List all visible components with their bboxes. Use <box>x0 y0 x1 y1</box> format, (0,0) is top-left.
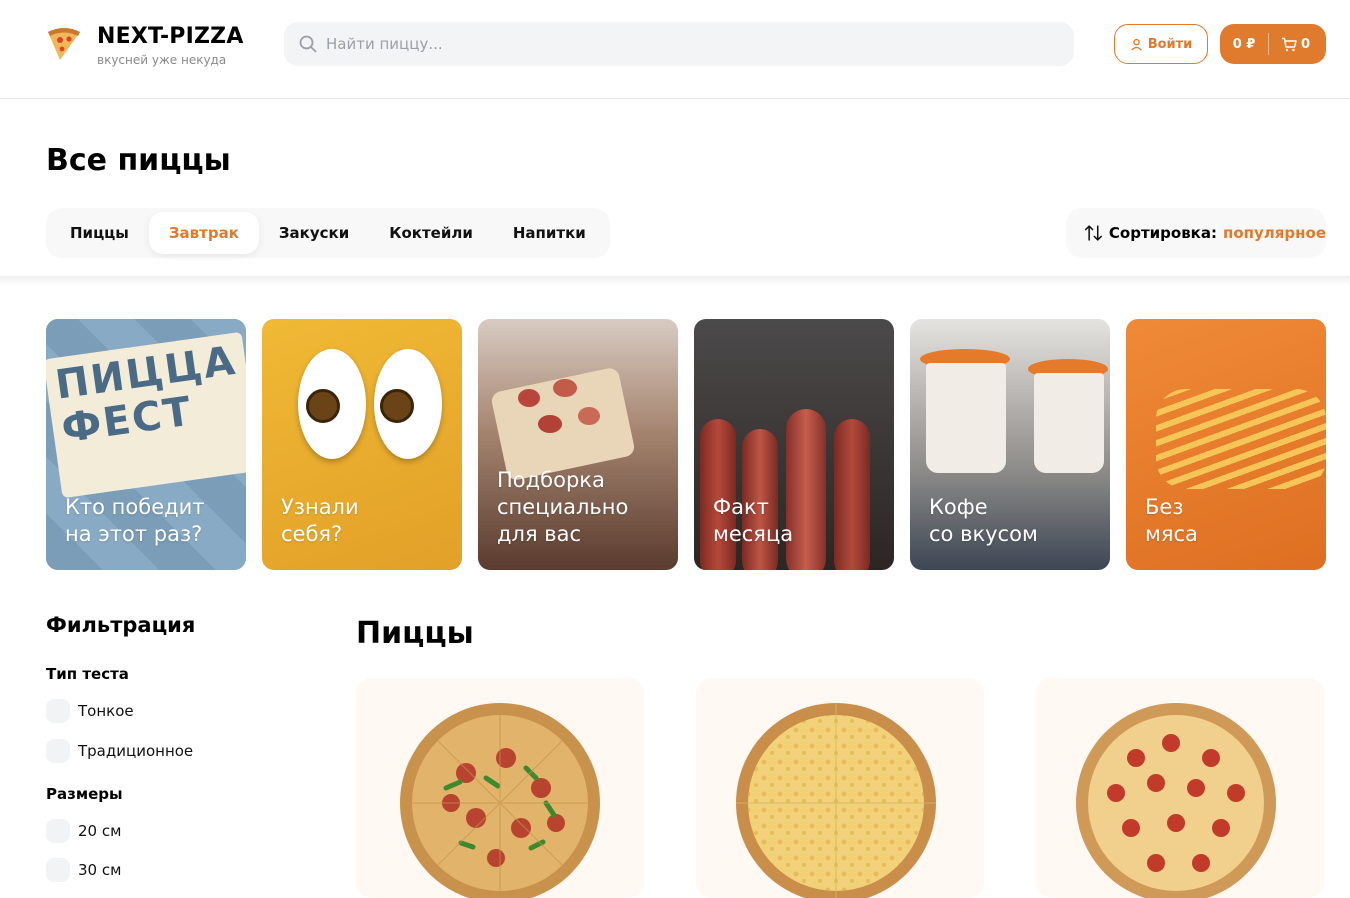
checkbox[interactable] <box>46 739 70 763</box>
filter-option-thin[interactable]: Тонкое <box>46 699 134 723</box>
checkbox[interactable] <box>46 699 70 723</box>
cart-button[interactable]: 0 ₽ 0 <box>1220 24 1326 64</box>
brand-name[interactable]: NEXT-PIZZA <box>97 24 244 49</box>
filter-option-label: Тонкое <box>78 702 134 720</box>
search-icon <box>299 35 317 53</box>
login-label: Войти <box>1147 36 1193 52</box>
tab-snacks[interactable]: Закуски <box>259 212 369 254</box>
product-card[interactable] <box>356 678 644 898</box>
tab-cocktails[interactable]: Коктейли <box>369 212 493 254</box>
story-eyes[interactable]: Узнали себя? <box>262 319 462 570</box>
sort-label: Сортировка: <box>1108 224 1217 242</box>
story-caption: Узнали себя? <box>281 495 359 546</box>
filter-option-label: 30 см <box>78 861 122 879</box>
sort-arrows-icon <box>1084 225 1102 241</box>
product-card[interactable] <box>1036 678 1324 898</box>
story-caption: Без мяса <box>1145 495 1198 546</box>
story-caption: Факт месяца <box>713 495 794 546</box>
section-title: Пиццы <box>356 616 474 651</box>
pizza-image <box>400 703 600 898</box>
cart-icon <box>1282 37 1297 51</box>
cart-sum: 0 ₽ <box>1232 36 1256 52</box>
cart-count-wrap: 0 <box>1269 37 1310 52</box>
pizza-logo-icon[interactable] <box>46 26 82 62</box>
pizza-image <box>1076 703 1276 898</box>
sort-popup-trigger[interactable]: Сортировка: популярное <box>1066 208 1326 258</box>
tab-breakfast[interactable]: Завтрак <box>148 212 259 254</box>
header: NEXT-PIZZA вкусней уже некуда Войти 0 ₽ … <box>0 0 1350 99</box>
story-caption: Подборка специально для вас <box>497 468 629 546</box>
story-coffee[interactable]: Кофе со вкусом <box>910 319 1110 570</box>
search-bar[interactable] <box>284 22 1074 66</box>
story-caption: Кто победит на этот раз? <box>65 495 205 546</box>
tab-pizzas[interactable]: Пиццы <box>50 212 149 254</box>
filter-title: Фильтрация <box>46 613 196 637</box>
stories-row: ПИЦЦА ФЕСТ Кто победит на этот раз? Узнал… <box>46 319 1326 570</box>
story-caption: Кофе со вкусом <box>929 495 1038 546</box>
dough-filter-title: Тип теста <box>46 665 129 683</box>
filter-option-20cm[interactable]: 20 см <box>46 819 121 843</box>
story-selection[interactable]: Подборка специально для вас <box>478 319 678 570</box>
checkbox[interactable] <box>46 858 70 882</box>
page-title: Все пиццы <box>46 143 231 178</box>
user-icon <box>1131 38 1142 51</box>
brand-tagline: вкусней уже некуда <box>97 53 227 67</box>
filter-option-label: 20 см <box>78 822 122 840</box>
story-pizza-fest[interactable]: ПИЦЦА ФЕСТ Кто победит на этот раз? <box>46 319 246 570</box>
cart-count: 0 <box>1301 36 1311 52</box>
sizes-filter-title: Размеры <box>46 785 123 803</box>
topbar-shadow <box>0 276 1350 286</box>
pizza-image <box>736 703 936 898</box>
tab-drinks[interactable]: Напитки <box>493 212 606 254</box>
filter-option-label: Традиционное <box>78 742 194 760</box>
category-tabs: Пиццы Завтрак Закуски Коктейли Напитки <box>46 208 610 258</box>
login-button[interactable]: Войти <box>1114 24 1208 64</box>
story-fact[interactable]: Факт месяца <box>694 319 894 570</box>
product-card[interactable] <box>696 678 984 898</box>
search-input[interactable] <box>326 22 1056 66</box>
checkbox[interactable] <box>46 819 70 843</box>
filter-option-30cm[interactable]: 30 см <box>46 858 121 882</box>
sort-value[interactable]: популярное <box>1223 224 1326 242</box>
filter-option-traditional[interactable]: Традиционное <box>46 739 193 763</box>
story-no-meat[interactable]: Без мяса <box>1126 319 1326 570</box>
